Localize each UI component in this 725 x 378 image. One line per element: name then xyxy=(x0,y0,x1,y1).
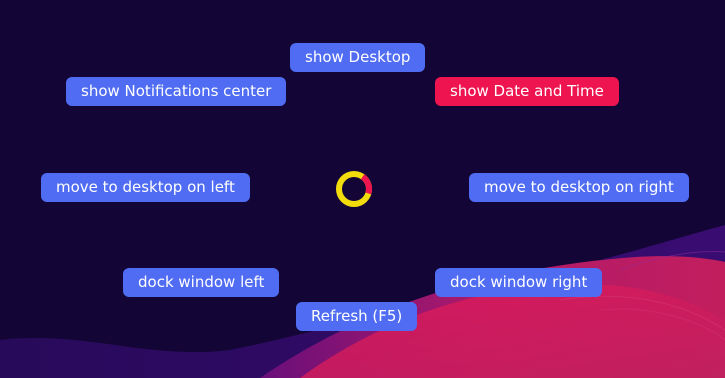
show-desktop-button[interactable]: show Desktop xyxy=(290,43,426,72)
dock-window-right-button[interactable]: dock window right xyxy=(435,268,603,297)
show-date-time-button[interactable]: show Date and Time xyxy=(435,77,619,106)
radial-menu-hub-icon[interactable] xyxy=(334,169,374,209)
refresh-button[interactable]: Refresh (F5) xyxy=(296,302,418,331)
show-notifications-button[interactable]: show Notifications center xyxy=(66,77,287,106)
desktop-stage: show Desktop show Notifications center s… xyxy=(0,0,725,378)
move-desktop-left-button[interactable]: move to desktop on left xyxy=(41,173,250,202)
move-desktop-right-button[interactable]: move to desktop on right xyxy=(469,173,689,202)
dock-window-left-button[interactable]: dock window left xyxy=(123,268,280,297)
